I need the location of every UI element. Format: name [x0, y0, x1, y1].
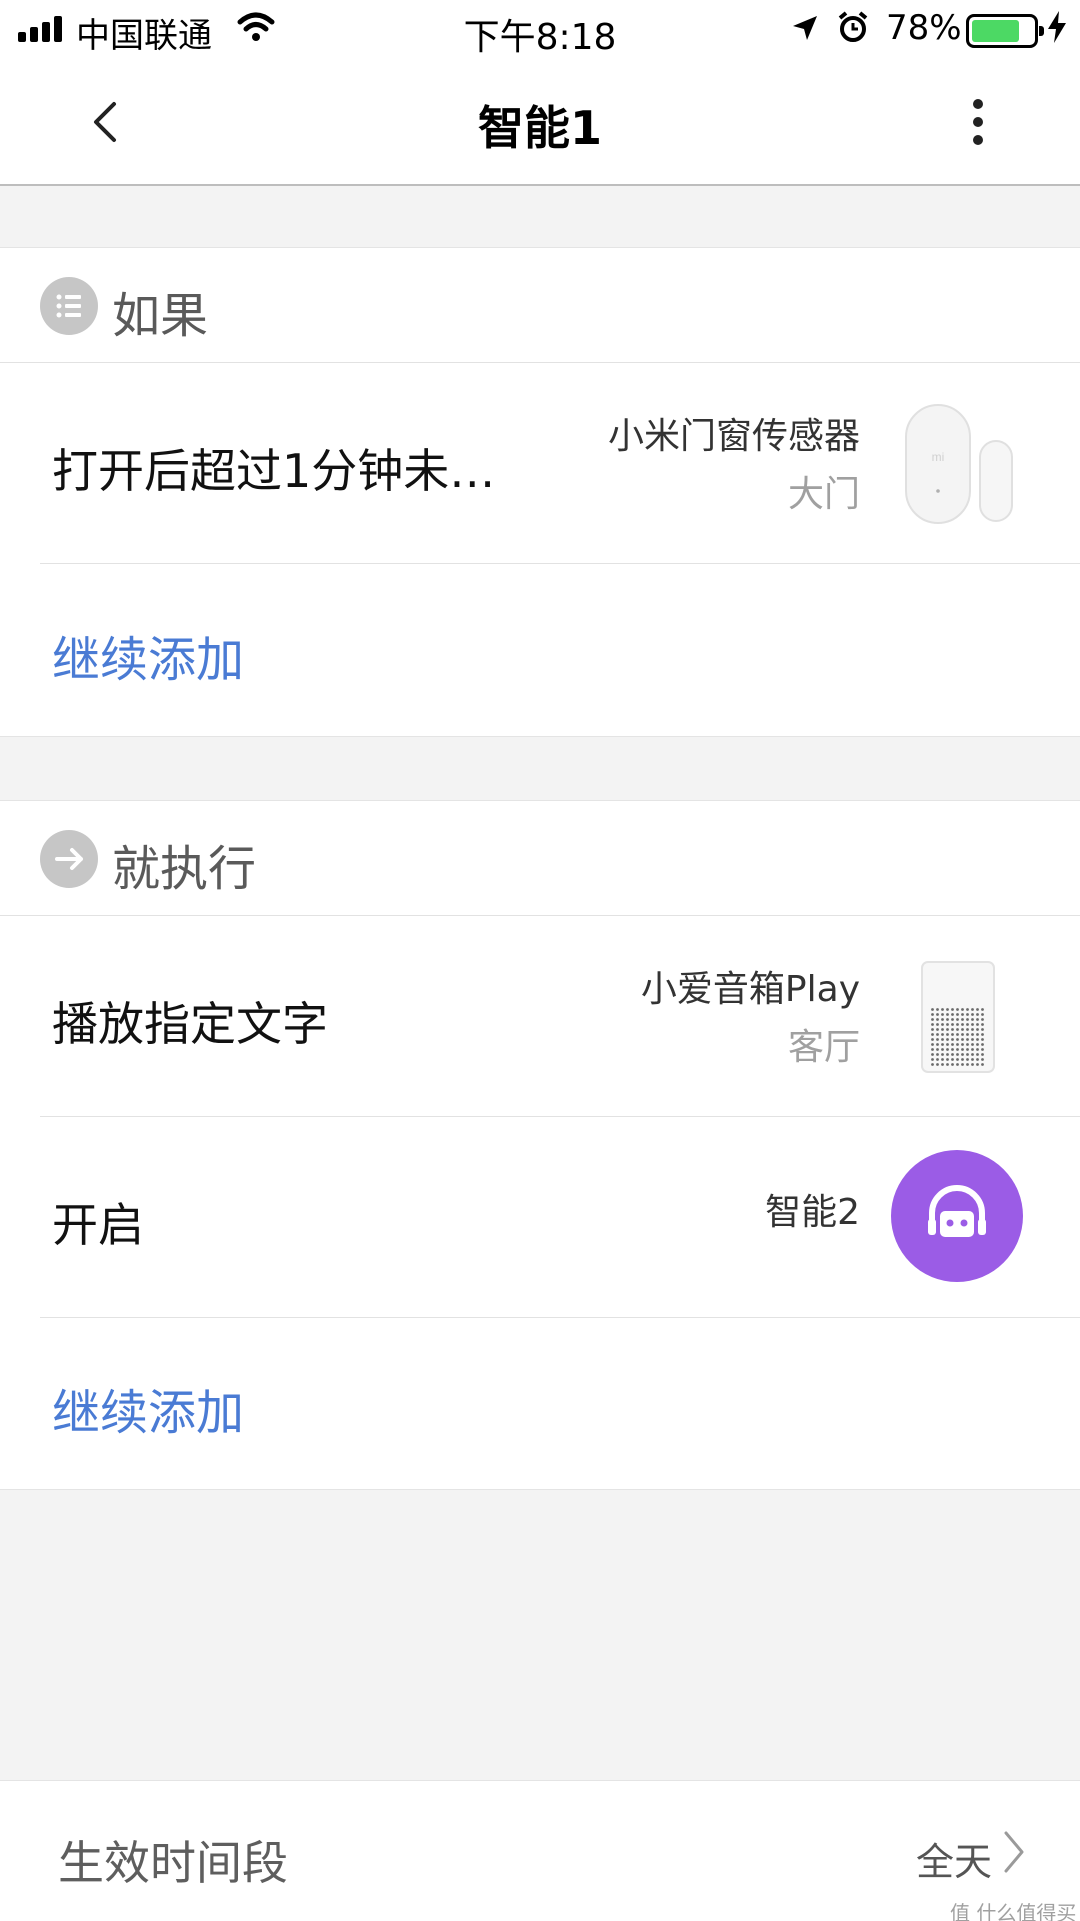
if-section-title: 如果 [112, 288, 209, 344]
condition-device-name: 小米门窗传感器 [607, 416, 860, 457]
more-vertical-icon [973, 99, 983, 145]
action-device-name: 小爱音箱Play [640, 969, 860, 1010]
status-bar: 中国联通 下午8:18 78% [0, 0, 1080, 60]
scene-robot-icon [890, 1149, 1024, 1283]
page-title: 智能1 [477, 101, 602, 155]
location-icon [790, 12, 820, 52]
svg-text:mi: mi [932, 450, 945, 464]
condition-row[interactable]: 打开后超过1分钟未… 小米门窗传感器 大门 mi [0, 363, 1080, 563]
action-row[interactable]: 播放指定文字 小爱音箱Play 客厅 [0, 916, 1080, 1116]
action-row[interactable]: 开启 智能2 [0, 1117, 1080, 1317]
then-section-title: 就执行 [112, 841, 257, 897]
chevron-right-icon [1000, 1827, 1028, 1881]
condition-text: 打开后超过1分钟未… [52, 444, 496, 498]
arrow-right-icon [40, 830, 98, 888]
list-icon [40, 277, 98, 335]
scene-name: 智能2 [765, 1192, 860, 1233]
action-text: 开启 [52, 1198, 144, 1252]
action-text: 播放指定文字 [52, 997, 328, 1051]
if-section: 如果 打开后超过1分钟未… 小米门窗传感器 大门 mi 继续添加 [0, 247, 1080, 737]
charging-icon [1046, 10, 1068, 52]
effective-time-label: 生效时间段 [58, 1836, 288, 1890]
battery-icon [966, 14, 1044, 48]
then-section-header: 就执行 [0, 801, 1080, 915]
smart-speaker-image [880, 952, 1030, 1082]
then-section: 就执行 播放指定文字 小爱音箱Play 客厅 开启 智能2 继续添加 [0, 800, 1080, 1490]
alarm-icon [836, 10, 870, 53]
effective-time-value: 全天 [916, 1840, 993, 1884]
action-device-room: 客厅 [787, 1027, 860, 1068]
then-add-button[interactable]: 继续添加 [52, 1373, 244, 1443]
battery-percent: 78% [886, 8, 962, 48]
watermark: 值 什么值得买 [950, 1901, 1077, 1921]
if-add-button[interactable]: 继续添加 [52, 620, 244, 690]
effective-time-row[interactable]: 生效时间段 全天 值 什么值得买 [0, 1780, 1080, 1921]
door-window-sensor-image: mi [880, 399, 1030, 529]
if-section-header: 如果 [0, 248, 1080, 362]
condition-device-room: 大门 [787, 474, 860, 515]
navigation-bar: 智能1 [0, 60, 1080, 186]
more-options-button[interactable] [948, 90, 1008, 154]
